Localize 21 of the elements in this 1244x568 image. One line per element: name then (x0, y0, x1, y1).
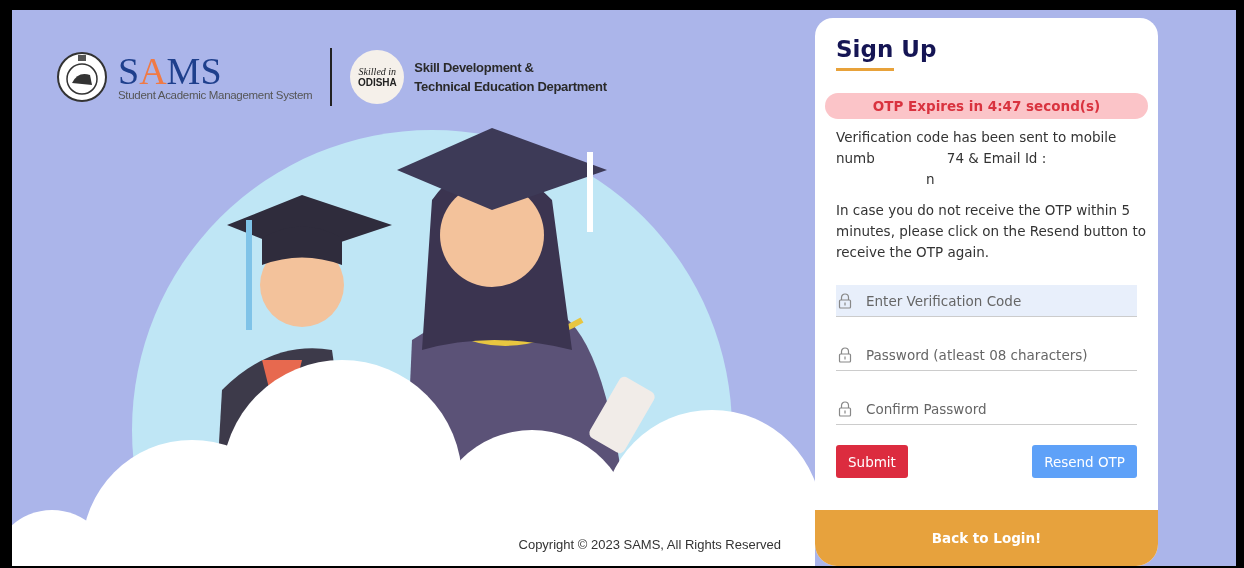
department-name: Skill Development & Technical Education Department (414, 59, 607, 96)
otp-timer: OTP Expires in 4:47 second(s) (825, 93, 1148, 119)
message-text: 74 & Email Id : (946, 149, 1047, 168)
form-button[interactable]: Resend OTP (1032, 445, 1137, 478)
help-text: In case you do not receive the OTP within 5 minutes, please click on the Resend button to receive the OTP again. (836, 201, 1147, 262)
card-title: Sign Up (836, 35, 938, 64)
message-text: Verification code has been sent to mobile (836, 128, 1117, 147)
logo-subtitle: Student Academic Management System (118, 89, 313, 101)
input-field[interactable]: Password (atleast 08 characters) (836, 339, 1137, 371)
message-text: n (926, 170, 935, 189)
copyright-text: Copyright © 2023 SAMS, All Rights Reserved (518, 537, 781, 552)
back-to-login-button[interactable]: Back to Login! (815, 510, 1158, 566)
lock-icon (838, 401, 852, 417)
input-field[interactable]: Confirm Password (836, 393, 1137, 425)
message-text: numb (836, 149, 875, 168)
logo-text: SAMS (118, 53, 222, 89)
emblem-icon (56, 51, 108, 103)
form-button[interactable]: Submit (836, 445, 908, 478)
skilled-logo: Skilled in ODISHA (350, 50, 405, 104)
lock-icon (838, 347, 852, 363)
input-field[interactable]: Enter Verification Code (836, 285, 1137, 317)
